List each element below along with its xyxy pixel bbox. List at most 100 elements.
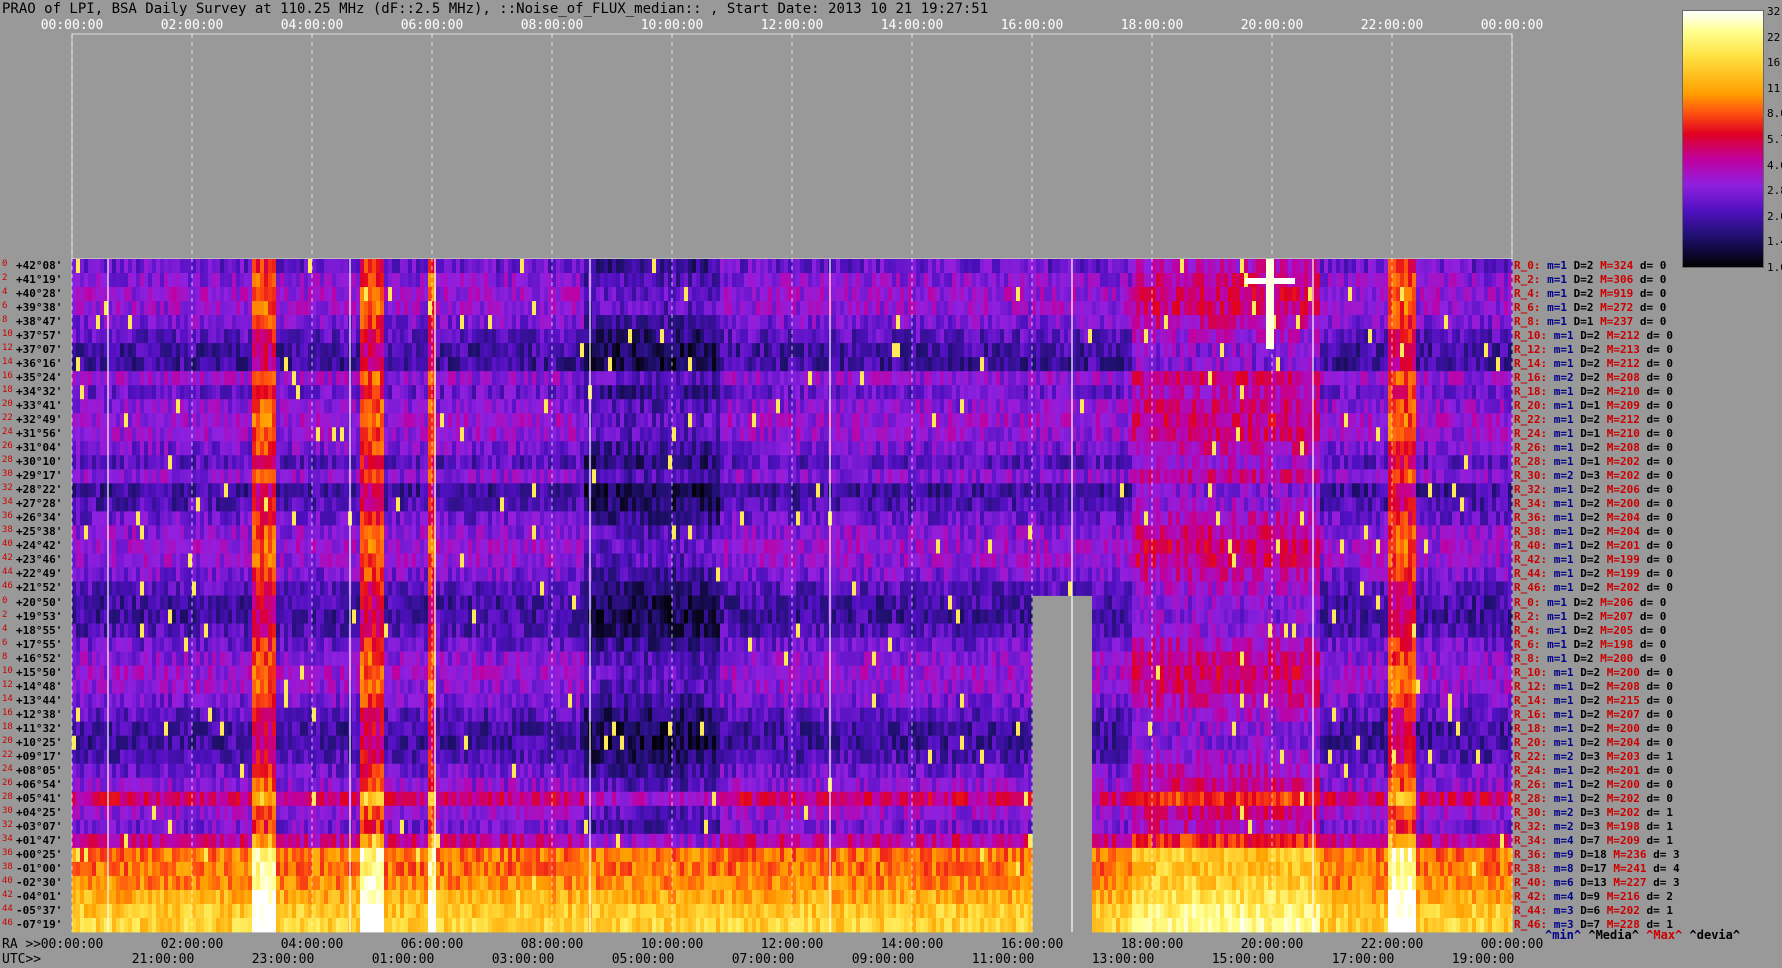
row-index-label: 16 xyxy=(2,371,13,382)
row-index-label: 22 xyxy=(2,413,13,424)
row-stat-field: D=1 xyxy=(1580,427,1607,441)
row-stat: R_44: m=1 D=2 M=199 d= 0 xyxy=(1514,568,1673,579)
row-stat-field: R_28: xyxy=(1514,791,1554,805)
row-stat-field: d= 0 xyxy=(1646,357,1674,371)
row-stat-field: D=2 xyxy=(1573,595,1601,609)
declination-label: +06°54' xyxy=(16,777,63,791)
row-stat-field: m=1 xyxy=(1553,399,1581,413)
row-stat: R_28: m=1 D=2 M=202 d= 0 xyxy=(1514,793,1673,804)
row-stat: R_38: m=8 D=17 M=241 d= 4 xyxy=(1514,863,1680,874)
row-stat-field: R_24: xyxy=(1514,427,1554,441)
row-stat: R_34: m=4 D=7 M=209 d= 1 xyxy=(1514,835,1673,846)
row-stat-field: D=2 xyxy=(1580,763,1607,777)
row-stat-field: d= 0 xyxy=(1646,427,1674,441)
row-index-label: 4 xyxy=(2,287,8,298)
row-index-label: 38 xyxy=(2,861,13,872)
row-index-label: 36 xyxy=(2,511,13,522)
row-stat: R_10: m=1 D=2 M=212 d= 0 xyxy=(1514,330,1673,341)
row-index-label: 20 xyxy=(2,735,13,746)
declination-label: +31°56' xyxy=(16,427,63,441)
row-stat-field: D=2 xyxy=(1580,679,1607,693)
declination-label: +16°52' xyxy=(16,651,63,665)
row-stat-field: m=1 xyxy=(1553,581,1581,595)
row-index-label: 8 xyxy=(2,651,8,662)
row-index-label: 6 xyxy=(2,637,8,648)
row-stat-field: M=207 xyxy=(1606,707,1647,721)
row-stat-field: D=2 xyxy=(1580,511,1607,525)
row-stat-field: R_32: xyxy=(1514,819,1554,833)
row-stat-field: D=2 xyxy=(1573,287,1601,301)
row-stat-field: R_14: xyxy=(1514,357,1554,371)
row-stat-field: m=1 xyxy=(1547,595,1574,609)
row-index-label: 18 xyxy=(2,385,13,396)
row-stat-field: R_4: xyxy=(1514,623,1548,637)
row-stat-field: m=1 xyxy=(1553,679,1581,693)
row-stat-field: R_22: xyxy=(1514,749,1554,763)
row-stat-field: R_40: xyxy=(1514,539,1554,553)
row-stat-field: R_14: xyxy=(1514,693,1554,707)
row-stat-field: D=2 xyxy=(1580,441,1607,455)
row-stat-field: d= 0 xyxy=(1646,413,1674,427)
row-stat-field: M=227 xyxy=(1613,875,1654,889)
row-stat-field: m=3 xyxy=(1553,903,1581,917)
row-stat-field: D=3 xyxy=(1580,805,1607,819)
row-stat-field: d= 0 xyxy=(1639,273,1667,287)
ra-tick-label: 18:00:00 xyxy=(1120,937,1184,952)
row-stat-field: M=212 xyxy=(1606,413,1647,427)
colorbar-tick: 5.7 xyxy=(1767,133,1782,146)
declination-label: +37°07' xyxy=(16,343,63,357)
row-stat: R_28: m=1 D=1 M=202 d= 0 xyxy=(1514,456,1673,467)
row-stat-field: m=1 xyxy=(1553,455,1581,469)
colorbar-tick: 2.8 xyxy=(1767,184,1782,198)
row-stat-field: M=199 xyxy=(1606,553,1647,567)
row-stat: R_32: m=2 D=3 M=198 d= 1 xyxy=(1514,821,1673,832)
row-stat-field: D=2 xyxy=(1580,357,1607,371)
row-stat-field: R_18: xyxy=(1514,721,1554,735)
row-stat-field: m=1 xyxy=(1553,385,1581,399)
row-stat: R_40: m=6 D=13 M=227 d= 3 xyxy=(1514,877,1680,888)
row-stat-field: D=3 xyxy=(1580,469,1607,483)
row-stat-field: m=2 xyxy=(1553,469,1581,483)
declination-label: +32°49' xyxy=(16,413,63,427)
row-index-label: 40 xyxy=(2,539,13,550)
row-index-label: 14 xyxy=(2,357,13,368)
declination-label: +01°47' xyxy=(16,833,63,847)
row-stat: R_26: m=1 D=2 M=208 d= 0 xyxy=(1514,442,1673,453)
row-index-label: 12 xyxy=(2,679,13,690)
row-stat-field: D=3 xyxy=(1580,749,1607,763)
row-stat-field: d= 0 xyxy=(1646,511,1674,525)
row-stat-field: d= 1 xyxy=(1646,903,1674,917)
row-stat-field: d= 0 xyxy=(1646,385,1674,399)
row-stat: R_6: m=1 D=2 M=272 d= 0 xyxy=(1514,302,1666,313)
row-stat: R_22: m=2 D=3 M=203 d= 1 xyxy=(1514,751,1673,762)
declination-label: +33°41' xyxy=(16,399,63,413)
row-stat-field: d= 0 xyxy=(1646,777,1674,791)
declination-label: +22°49' xyxy=(16,567,63,581)
row-stat-field: R_0: xyxy=(1514,595,1548,609)
row-stat: R_32: m=1 D=2 M=206 d= 0 xyxy=(1514,484,1673,495)
declination-label: +25°38' xyxy=(16,525,63,539)
row-stat: R_4: m=1 D=2 M=205 d= 0 xyxy=(1514,625,1666,636)
row-stat-field: m=1 xyxy=(1547,637,1574,651)
row-index-label: 42 xyxy=(2,889,13,900)
row-stat-field: d= 0 xyxy=(1646,483,1674,497)
row-index-label: 46 xyxy=(2,581,13,592)
row-stat-field: m=1 xyxy=(1547,301,1574,315)
declination-label: +37°57' xyxy=(16,329,63,343)
declination-label: +04°25' xyxy=(16,805,63,819)
declination-label: -05°37' xyxy=(16,903,63,917)
declination-label: +03°07' xyxy=(16,819,63,833)
row-stat-field: m=2 xyxy=(1553,749,1581,763)
row-stat-field: d= 4 xyxy=(1653,861,1680,875)
declination-label: +09°17' xyxy=(16,749,63,763)
row-stat-field: M=203 xyxy=(1606,749,1647,763)
declination-label: +30°10' xyxy=(16,455,63,469)
row-stat-field: R_22: xyxy=(1514,413,1554,427)
row-stat-field: d= 1 xyxy=(1646,749,1674,763)
row-index-label: 26 xyxy=(2,777,13,788)
declination-label: +40°28' xyxy=(16,287,63,301)
row-stat: R_18: m=1 D=2 M=210 d= 0 xyxy=(1514,386,1673,397)
declination-label: +23°46' xyxy=(16,553,63,567)
declination-label: +05°41' xyxy=(16,791,63,805)
declination-label: +29°17' xyxy=(16,469,63,483)
